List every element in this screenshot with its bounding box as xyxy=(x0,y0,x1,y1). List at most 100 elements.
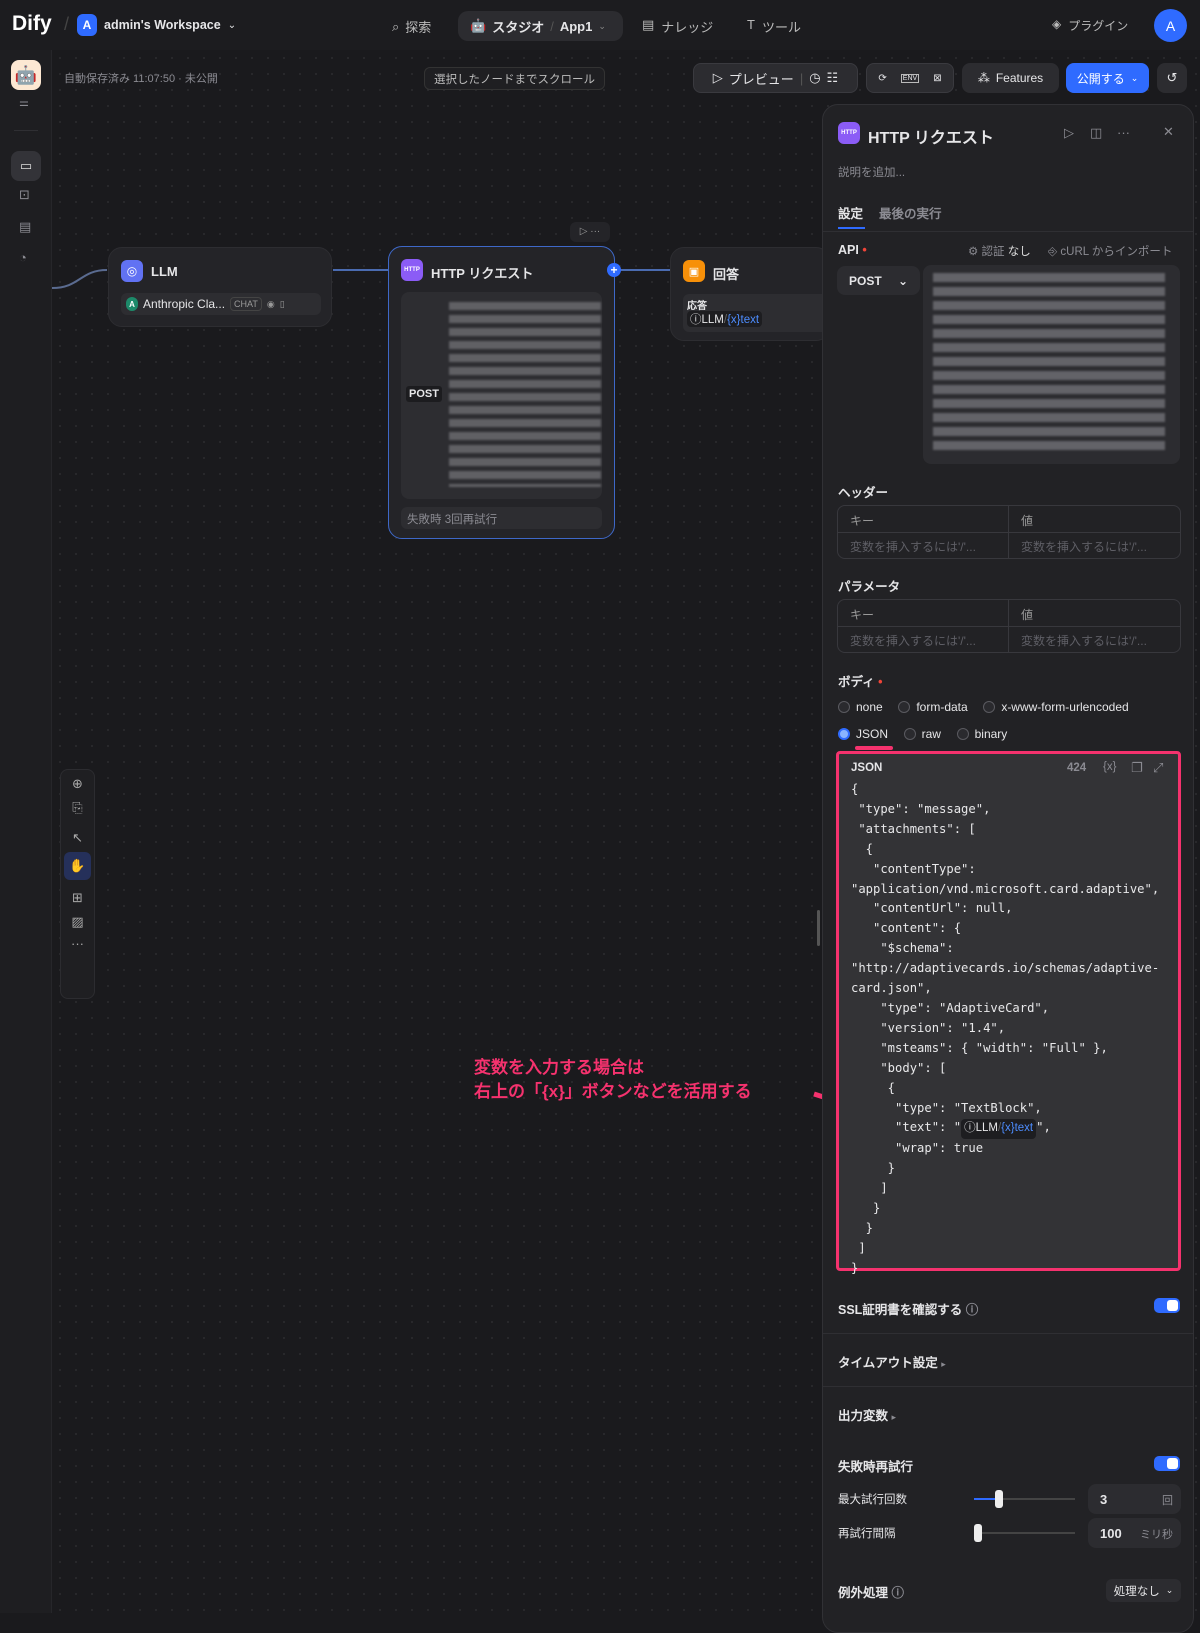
header-value-input[interactable]: 変数を挿入するには'/'... xyxy=(1021,538,1147,555)
var-name: text xyxy=(1014,1122,1034,1135)
radio-form-data[interactable]: form-data xyxy=(898,700,968,714)
max-retries-input[interactable]: 3回 xyxy=(1088,1484,1181,1514)
error-handling-label: 例外処理 ⓘ xyxy=(838,1582,904,1601)
plugins-button[interactable]: ◈ プラグイン xyxy=(1052,17,1128,34)
divider xyxy=(823,231,1193,232)
header-key-input[interactable]: 変数を挿入するには'/'... xyxy=(850,538,976,555)
code-line: "content": { xyxy=(851,919,1159,939)
retry-toggle[interactable] xyxy=(1154,1456,1180,1471)
env-button[interactable]: ENV xyxy=(900,73,920,83)
insert-variable-button[interactable]: {x} xyxy=(1103,761,1116,773)
code-text: { xyxy=(851,841,874,856)
copy-icon[interactable]: ❐ xyxy=(1131,760,1143,776)
radio-binary[interactable]: binary xyxy=(956,727,1008,741)
global-var-icon[interactable]: ⊠ xyxy=(933,73,941,84)
radio-label: binary xyxy=(974,727,1008,741)
url-input[interactable] xyxy=(923,265,1180,464)
more-icon[interactable]: ··· xyxy=(1117,125,1130,140)
field-label: 応答 xyxy=(687,301,707,312)
param-key-input[interactable]: 変数を挿入するには'/'... xyxy=(850,632,976,649)
organize-icon[interactable]: ⊞ xyxy=(61,890,94,906)
radio-raw[interactable]: raw xyxy=(903,727,941,741)
pointer-icon[interactable]: ↖ xyxy=(61,830,94,846)
radio-none[interactable]: none xyxy=(838,700,883,714)
ssl-toggle[interactable] xyxy=(1154,1298,1180,1313)
nav-label: プラグイン xyxy=(1068,19,1129,33)
retry-info: 失敗時 3回再試行 xyxy=(401,507,602,529)
minimap-icon[interactable]: ▨ xyxy=(61,914,94,930)
panel-title[interactable]: HTTP リクエスト xyxy=(868,124,994,148)
curl-import-button[interactable]: ⎆ cURL からインポート xyxy=(1048,243,1172,259)
add-node-icon[interactable]: ⊕ xyxy=(61,776,94,792)
code-line: "application/vnd.microsoft.card.adaptive… xyxy=(851,880,1159,900)
column-header: キー xyxy=(850,514,875,528)
publish-label: 公開する xyxy=(1076,71,1125,86)
code-line: "attachments": [ xyxy=(851,820,1159,840)
code-line: { xyxy=(851,780,1159,800)
help-icon[interactable]: ⓘ xyxy=(892,1586,905,1600)
help-icon[interactable]: ⓘ xyxy=(966,1303,979,1317)
label-text: API xyxy=(838,243,859,257)
radio-label: x-www-form-urlencoded xyxy=(1001,700,1129,714)
auth-button[interactable]: ⚙ 認証 なし xyxy=(968,243,1031,259)
annotation-line: 右上の「{x}」ボタンなどを活用する xyxy=(474,1082,752,1101)
retry-interval-slider[interactable] xyxy=(974,1524,1075,1542)
features-button[interactable]: ⁂ Features xyxy=(962,63,1059,93)
output-vars-section[interactable]: 出力変数 ▸ xyxy=(838,1405,896,1424)
param-value-input[interactable]: 変数を挿入するには'/'... xyxy=(1021,632,1147,649)
llm-node[interactable]: ◎ LLM A Anthropic Cla... CHAT ◉ ▯ xyxy=(108,247,332,327)
more-icon[interactable]: ··· xyxy=(61,936,94,951)
add-note-icon[interactable]: ⎘ xyxy=(61,800,94,816)
retry-interval-input[interactable]: 100 ミリ秒 xyxy=(1088,1518,1181,1548)
code-text: "type": "TextBlock", xyxy=(851,1100,1042,1115)
panel-resize-handle[interactable] xyxy=(817,910,820,946)
variable-tools: ⟳ ENV ⊠ xyxy=(866,63,954,93)
variable-pill[interactable]: ⓘLLM/{x}text xyxy=(961,1119,1037,1140)
var-node: LLM xyxy=(975,1122,998,1135)
hand-icon[interactable]: ✋ xyxy=(64,852,91,880)
json-body-editor[interactable]: JSON 424 {x} ❐ ⤢ { "type": "message", "a… xyxy=(836,751,1181,1275)
close-icon[interactable]: ✕ xyxy=(1163,124,1174,140)
description-input[interactable]: 説明を追加... xyxy=(838,164,905,180)
code-text: "type": "message", xyxy=(851,801,991,816)
timeout-section[interactable]: タイムアウト設定 ▸ xyxy=(838,1352,946,1371)
annotation-line: 変数を入力する場合は xyxy=(474,1058,644,1077)
radio-urlencoded[interactable]: x-www-form-urlencoded xyxy=(983,700,1129,714)
run-icon[interactable]: ▷ xyxy=(1064,125,1074,141)
answer-content: 応答 ⓘLLM/{x}text xyxy=(683,294,833,332)
features-icon: ⁂ xyxy=(977,71,990,85)
tab-last-run[interactable]: 最後の実行 xyxy=(879,203,942,222)
error-handling-select[interactable]: 処理なし ⌄ xyxy=(1106,1579,1181,1602)
node-actions[interactable]: ▷ ··· xyxy=(570,222,610,242)
document-icon: ▯ xyxy=(279,298,285,309)
tab-settings[interactable]: 設定 xyxy=(838,203,863,222)
json-code[interactable]: { "type": "message", "attachments": [ { … xyxy=(851,780,1159,1279)
http-request-node[interactable]: HTTP HTTP リクエスト POST 失敗時 3回再試行 + xyxy=(388,246,621,539)
slider-handle[interactable] xyxy=(974,1524,982,1542)
cube-icon: ◈ xyxy=(1052,17,1062,31)
model-selector[interactable]: A Anthropic Cla... CHAT ◉ ▯ xyxy=(121,293,321,315)
publish-button[interactable]: 公開する ⌄ xyxy=(1066,63,1149,93)
version-history-button[interactable]: ↺ xyxy=(1157,63,1187,93)
code-line: "type": "TextBlock", xyxy=(851,1099,1159,1119)
code-text: "contentType": xyxy=(851,861,976,876)
add-node-icon[interactable]: + xyxy=(607,263,621,277)
help-book-icon[interactable]: ◫ xyxy=(1090,125,1102,141)
user-avatar[interactable]: A xyxy=(1154,9,1187,42)
max-retries-slider[interactable] xyxy=(974,1490,1075,1508)
answer-node[interactable]: ▣ 回答 応答 ⓘLLM/{x}text xyxy=(670,247,833,341)
chevron-down-icon: ⌄ xyxy=(1130,72,1139,83)
expand-icon[interactable]: ⤢ xyxy=(1153,760,1163,776)
column-header: 値 xyxy=(1021,608,1034,622)
mode-badge: CHAT xyxy=(230,297,262,311)
radio-json[interactable]: JSON xyxy=(838,727,888,741)
var-node: LLM xyxy=(701,314,724,326)
slider-handle[interactable] xyxy=(995,1490,1003,1508)
conversation-var-icon[interactable]: ⟳ xyxy=(878,73,886,84)
checklist-icon[interactable]: ☷ xyxy=(827,70,839,86)
char-count: 424 xyxy=(1067,762,1087,774)
method-select[interactable]: POST ⌄ xyxy=(837,266,920,295)
code-text: "wrap": true xyxy=(851,1141,984,1156)
anthropic-icon: A xyxy=(126,297,138,311)
request-preview: POST xyxy=(401,292,602,499)
